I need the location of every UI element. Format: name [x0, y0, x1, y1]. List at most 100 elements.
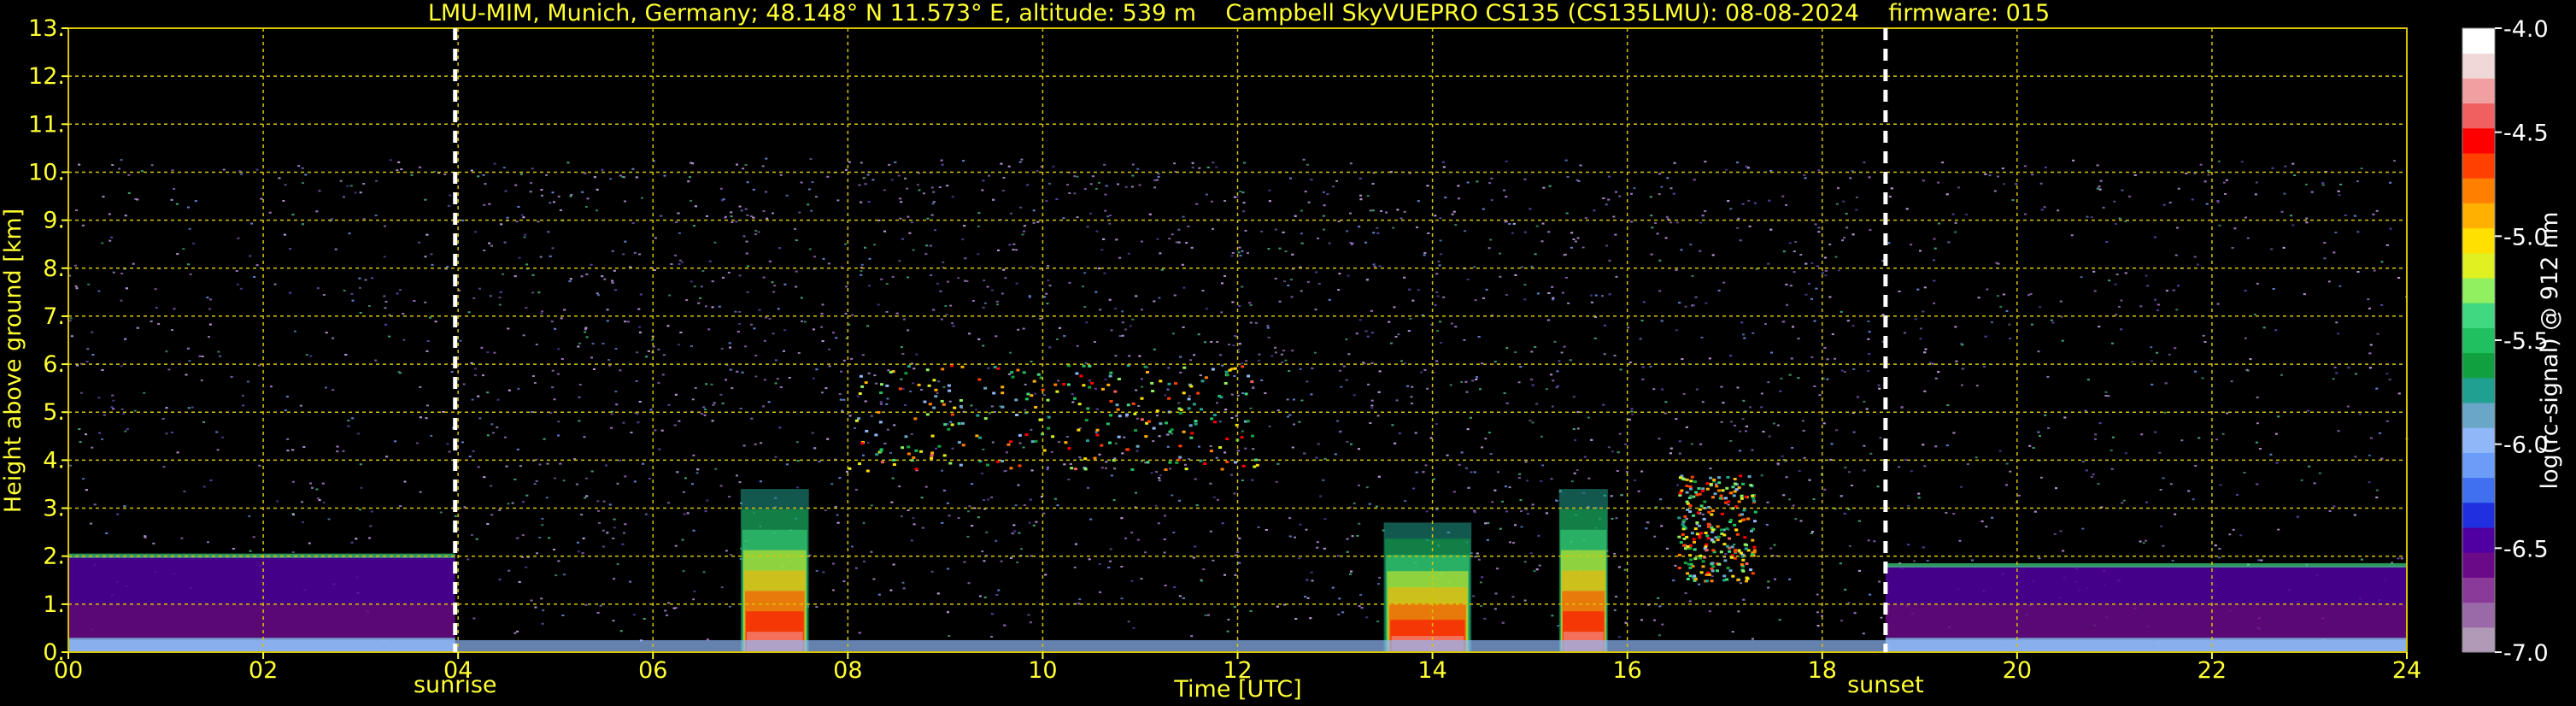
noise-dot [2335, 372, 2338, 374]
noise-dot [1923, 351, 1927, 354]
noise-dot [133, 409, 137, 412]
layer-dot [960, 365, 965, 368]
noise-dot [1035, 521, 1038, 523]
ceilometer-chart: LMU-MIM, Munich, Germany; 48.148° N 11.5… [0, 0, 2576, 706]
layer-dot [1698, 508, 1702, 511]
noise-dot [2328, 509, 2332, 512]
noise-dot [1052, 165, 1055, 168]
noise-dot [2154, 298, 2157, 301]
noise-dot [2008, 323, 2011, 326]
noise-dot [202, 421, 205, 423]
noise-dot [1464, 380, 1468, 383]
layer-dot [1697, 487, 1701, 490]
layer-dot [923, 400, 927, 403]
layer-dot [1686, 572, 1689, 575]
noise-dot [877, 593, 881, 596]
noise-dot [1232, 344, 1235, 346]
noise-dot [930, 274, 933, 276]
noise-dot [1439, 217, 1442, 220]
noise-dot [2139, 540, 2142, 543]
noise-dot [1195, 504, 1199, 507]
noise-dot [1658, 438, 1661, 440]
noise-dot [239, 287, 243, 290]
noise-dot [1023, 230, 1026, 232]
noise-dot [1394, 442, 1397, 444]
noise-dot [810, 209, 813, 212]
noise-dot [2159, 489, 2162, 491]
noise-dot [1922, 444, 1925, 446]
noise-dot [1505, 196, 1508, 198]
noise-dot [1867, 321, 1870, 322]
noise-dot [1317, 443, 1320, 445]
noise-dot [1047, 265, 1050, 268]
noise-dot [1652, 388, 1656, 391]
noise-dot [1888, 196, 1892, 198]
noise-dot [1098, 181, 1100, 184]
layer-dot [1253, 465, 1257, 468]
noise-dot [1561, 291, 1564, 294]
noise-dot [1020, 548, 1023, 550]
noise-dot [1135, 491, 1137, 494]
noise-dot [1778, 619, 1781, 621]
layer-dot [1719, 528, 1723, 532]
noise-dot [1484, 522, 1488, 525]
noise-dot [868, 257, 871, 260]
noise-dot [1288, 535, 1292, 538]
noise-dot [425, 233, 429, 236]
layer-dot [1209, 450, 1213, 453]
noise-dot [343, 290, 346, 291]
layer-dot [942, 454, 947, 457]
layer-dot [948, 462, 953, 465]
noise-dot [621, 176, 625, 178]
noise-dot [112, 399, 115, 402]
noise-dot [400, 168, 403, 170]
layer-dot [1196, 391, 1200, 395]
noise-dot [1693, 179, 1696, 181]
noise-dot [1840, 310, 1843, 313]
noise-dot [1150, 472, 1153, 474]
noise-dot [1534, 253, 1537, 256]
noise-dot [864, 400, 867, 403]
noise-dot [1855, 209, 1858, 211]
noise-dot [1617, 636, 1621, 638]
layer-dot [1693, 527, 1698, 531]
noise-dot [679, 332, 683, 333]
noise-dot [1026, 184, 1030, 186]
noise-dot [902, 587, 906, 590]
noise-dot [1867, 370, 1870, 373]
noise-dot [965, 279, 969, 282]
noise-dot [1276, 462, 1280, 465]
noise-dot [2369, 344, 2373, 346]
noise-dot [1907, 544, 1910, 546]
noise-dot [1071, 393, 1074, 396]
layer-dot [1117, 378, 1121, 380]
noise-dot [284, 409, 287, 412]
noise-dot [1260, 379, 1264, 381]
noise-dot [1370, 407, 1374, 409]
noise-dot [1089, 212, 1092, 215]
noise-dot [1890, 187, 1893, 190]
y-tick-label: 0. [43, 639, 65, 666]
noise-dot [842, 580, 846, 583]
noise-dot [101, 242, 104, 244]
noise-dot [2306, 409, 2309, 412]
noise-dot [1779, 390, 1782, 392]
noise-dot [1323, 228, 1325, 231]
noise-dot [856, 395, 860, 397]
noise-dot [489, 295, 492, 297]
noise-dot [1672, 192, 1675, 195]
noise-dot [1607, 446, 1611, 449]
noise-dot [2272, 288, 2275, 290]
noise-dot [593, 368, 596, 370]
noise-dot [431, 263, 434, 266]
noise-dot [687, 180, 690, 183]
noise-dot [901, 387, 905, 390]
noise-dot [888, 163, 891, 166]
noise-dot [1774, 578, 1776, 580]
noise-dot [1688, 600, 1692, 603]
noise-dot [2334, 232, 2338, 233]
noise-dot [2156, 309, 2159, 311]
layer-dot [1689, 479, 1693, 483]
noise-dot [1493, 361, 1497, 363]
noise-dot [754, 355, 758, 356]
